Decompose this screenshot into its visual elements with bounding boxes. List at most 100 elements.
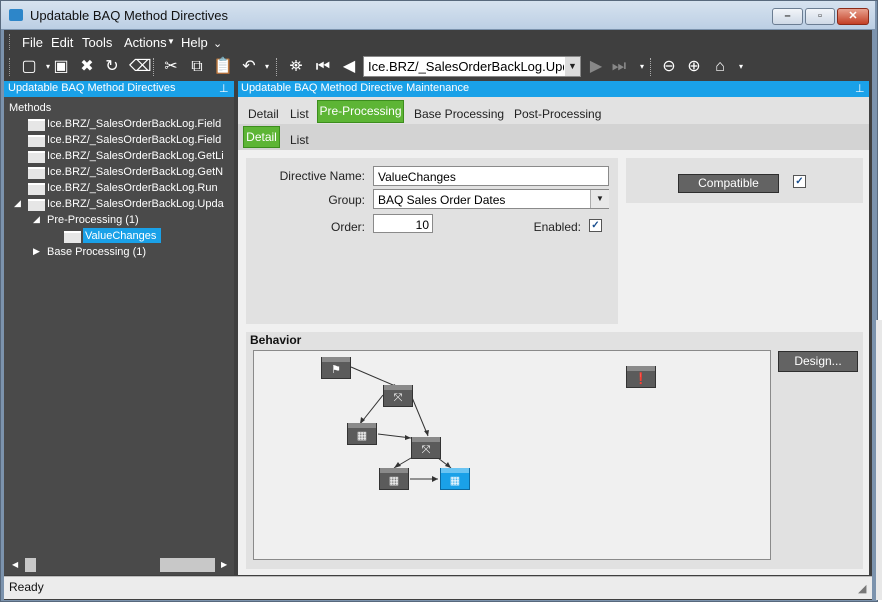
save-icon[interactable]: ▣ <box>51 57 71 77</box>
status-text: Ready <box>9 580 44 594</box>
compatible-checkbox[interactable]: ✓ <box>793 175 806 188</box>
toolbar-separator <box>153 58 155 76</box>
record-navigation-value: Ice.BRZ/_SalesOrderBackLog.Upda <box>368 59 564 74</box>
left-panel-title: Updatable BAQ Method Directives <box>8 82 176 94</box>
close-icon: ✕ <box>848 10 858 22</box>
folder-icon <box>28 199 45 211</box>
directive-name-value: ValueChanges <box>378 170 456 184</box>
tree-item-method[interactable]: Ice.BRZ/_SalesOrderBackLog.GetLi <box>47 150 224 162</box>
background-window-edge <box>876 320 882 600</box>
pin-icon[interactable]: ⊥ <box>855 82 865 95</box>
home-icon[interactable]: ⌂ <box>710 57 730 77</box>
tree-item-method-selected[interactable]: Ice.BRZ/_SalesOrderBackLog.Upda <box>47 198 224 210</box>
app-icon <box>9 9 23 21</box>
expand-icon[interactable]: ▶ <box>33 246 40 257</box>
toolbar-overflow-icon[interactable]: ▾ <box>731 57 751 77</box>
tab-pre-processing[interactable]: Pre-Processing <box>317 100 404 123</box>
menu-overflow-icon[interactable]: ⌄ <box>213 37 222 50</box>
collapse-icon[interactable]: ◢ <box>14 198 21 209</box>
tree-item-directive[interactable]: ValueChanges <box>85 230 156 242</box>
next-record-icon[interactable]: ▶ <box>586 57 606 77</box>
flag-icon: ⚑ <box>331 364 341 376</box>
compatible-button[interactable]: Compatible <box>678 174 779 193</box>
set-field-icon: ▦ <box>388 475 400 487</box>
resize-grip-icon[interactable]: ◢ <box>858 582 872 596</box>
subtab-list[interactable]: List <box>290 133 309 147</box>
new-icon[interactable]: ▢ <box>19 57 39 77</box>
enabled-checkbox[interactable]: ✓ <box>589 219 602 232</box>
nav-dropdown-icon[interactable]: ▾ <box>632 57 652 77</box>
close-button[interactable]: ✕ <box>837 8 869 25</box>
tree-item-method[interactable]: Ice.BRZ/_SalesOrderBackLog.Run <box>47 182 218 194</box>
folder-icon <box>28 119 45 131</box>
set-field-icon: ▦ <box>449 475 461 487</box>
undo-icon[interactable]: ↶ <box>239 57 259 77</box>
back-icon[interactable]: ⊖ <box>659 57 679 77</box>
first-record-icon[interactable]: ⏮ <box>313 57 333 77</box>
tree-item-base-processing[interactable]: Base Processing (1) <box>47 246 146 258</box>
menu-tools[interactable]: Tools <box>82 35 112 50</box>
folder-icon <box>28 135 45 147</box>
tree-item-pre-processing[interactable]: Pre-Processing (1) <box>47 214 139 226</box>
toolbar-separator <box>276 58 278 76</box>
folder-icon <box>28 183 45 195</box>
menu-help[interactable]: Help <box>181 35 208 50</box>
maximize-icon: ▫ <box>818 10 822 22</box>
workflow-node-condition: ⤧ <box>383 385 413 407</box>
subtab-detail[interactable]: Detail <box>243 126 280 148</box>
connector <box>410 394 429 437</box>
workflow-node-start: ⚑ <box>321 357 351 379</box>
tab-detail[interactable]: Detail <box>248 107 279 121</box>
last-record-icon[interactable]: ⏭ <box>609 57 629 77</box>
cut-icon[interactable]: ✂ <box>161 57 181 77</box>
copy-icon[interactable]: ⧉ <box>187 57 207 77</box>
status-bar <box>4 576 872 599</box>
chevron-down-icon[interactable]: ▼ <box>590 190 609 208</box>
undo-dropdown-icon[interactable]: ▾ <box>257 57 277 77</box>
order-label: Order: <box>330 220 365 234</box>
tree-item-method[interactable]: Ice.BRZ/_SalesOrderBackLog.Field <box>47 118 221 130</box>
behavior-label: Behavior <box>250 333 302 347</box>
paste-icon[interactable]: 📋 <box>213 57 233 77</box>
connector-arrow <box>432 476 438 482</box>
menu-edit[interactable]: Edit <box>51 35 73 50</box>
pin-icon[interactable]: ⊥ <box>219 82 229 95</box>
maximize-button[interactable]: ▫ <box>805 8 835 25</box>
scrollbar-thumb[interactable] <box>160 558 215 572</box>
chevron-down-icon[interactable]: ▼ <box>565 57 580 76</box>
tab-base-processing[interactable]: Base Processing <box>414 107 504 121</box>
connector-arrow <box>424 430 429 436</box>
folder-icon <box>28 167 45 179</box>
minimize-button[interactable]: – <box>772 8 803 25</box>
minimize-icon: – <box>784 10 791 22</box>
scroll-right-icon[interactable]: ▶ <box>221 560 227 569</box>
group-label: Group: <box>328 193 365 207</box>
design-button[interactable]: Design... <box>778 351 858 372</box>
condition-icon: ⤧ <box>393 392 403 404</box>
clear-icon[interactable]: ⌫ <box>129 57 152 77</box>
workflow-connectors <box>350 366 452 482</box>
window-title: Updatable BAQ Method Directives <box>30 8 228 23</box>
forward-icon[interactable]: ⊕ <box>684 57 704 77</box>
folder-icon <box>28 151 45 163</box>
folder-icon <box>64 231 81 243</box>
scrollbar-thumb[interactable] <box>25 558 36 572</box>
tab-list[interactable]: List <box>290 107 309 121</box>
tree-item-method[interactable]: Ice.BRZ/_SalesOrderBackLog.Field <box>47 134 221 146</box>
scroll-left-icon[interactable]: ◀ <box>12 560 18 569</box>
delete-icon[interactable]: ✖ <box>77 57 97 77</box>
tree-item-method[interactable]: Ice.BRZ/_SalesOrderBackLog.GetN <box>47 166 223 178</box>
workflow-node-show-message: ❗ <box>626 366 656 388</box>
tab-post-processing[interactable]: Post-Processing <box>514 107 601 121</box>
sub-tab-strip <box>238 124 869 150</box>
tree-root-methods[interactable]: Methods <box>9 102 51 114</box>
collapse-icon[interactable]: ◢ <box>33 214 40 225</box>
menu-actions[interactable]: Actions <box>124 35 167 50</box>
search-icon[interactable]: ⛯ <box>286 57 306 77</box>
toolbar-separator <box>650 58 652 76</box>
menu-file[interactable]: File <box>22 35 43 50</box>
refresh-icon[interactable]: ↻ <box>102 57 122 77</box>
condition-icon: ⤧ <box>421 444 431 456</box>
workflow-node-set-field: ▦ <box>379 468 409 490</box>
previous-record-icon[interactable]: ◀ <box>339 57 359 77</box>
